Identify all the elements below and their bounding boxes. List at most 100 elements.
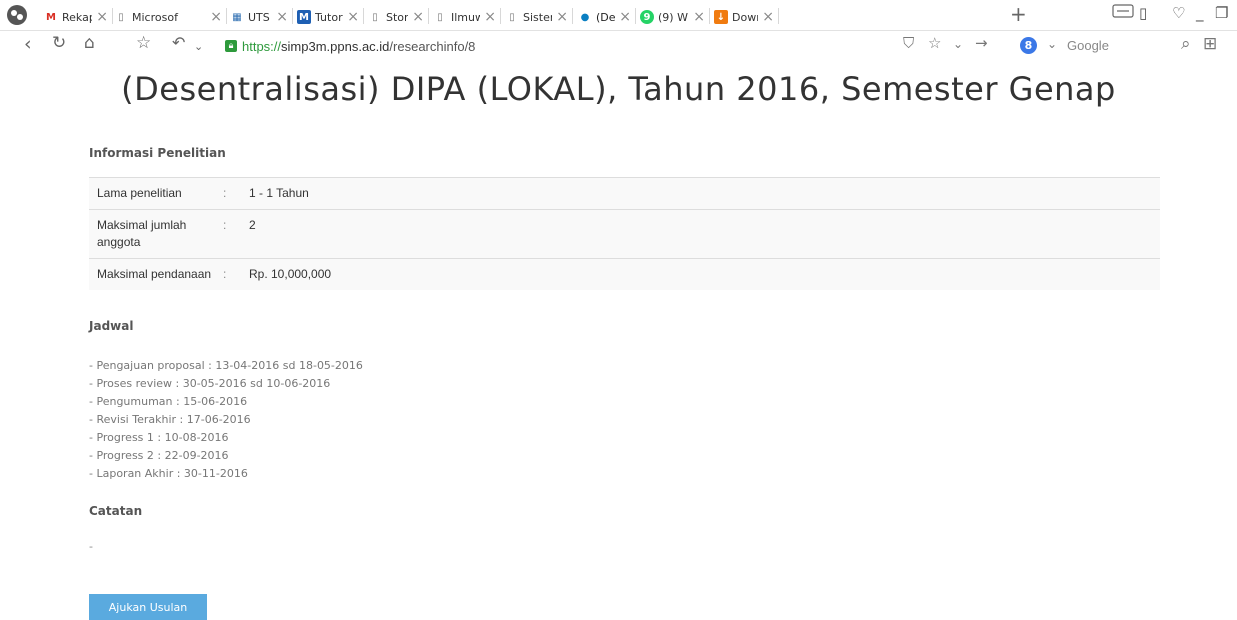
tab-separator (428, 8, 429, 24)
schedule-item: - Progress 2 : 22-09-2016 (89, 449, 229, 462)
browser-tab[interactable]: M Rekap DI × (44, 4, 114, 30)
tab-separator (226, 8, 227, 24)
tab-title: Ilmuweb (451, 10, 481, 24)
gmail-icon: M (46, 11, 56, 23)
navigation-bar: ‹ ↻ ⌂ ☆ ↶ ⌄ 🔒︎ https://simp3m.ppns.ac.id… (0, 31, 1237, 61)
site-icon: ▦ (232, 11, 242, 23)
schedule-item: - Pengajuan proposal : 13-04-2016 sd 18-… (89, 359, 363, 372)
tab-title: (Desentr (596, 10, 616, 24)
schedule-item: - Pengumuman : 15-06-2016 (89, 395, 248, 408)
address-bar[interactable]: 🔒︎ https://simp3m.ppns.ac.id/researchinf… (225, 36, 475, 56)
tab-separator (778, 8, 779, 24)
browser-tab[interactable]: ▯ Sistem In × (505, 4, 574, 30)
info-row: Maksimal pendanaan: Rp. 10,000,000 (89, 258, 1160, 290)
skin-icon[interactable]: ♡ (1172, 4, 1185, 22)
info-heading: Informasi Penelitian (89, 146, 226, 160)
schedule-item: - Laporan Akhir : 30-11-2016 (89, 467, 248, 480)
tab-separator (572, 8, 573, 24)
info-row: Maksimal jumlah anggota:2 (89, 209, 1160, 259)
info-label: Maksimal jumlah anggota (89, 209, 217, 259)
url-path: /researchinfo/8 (389, 38, 476, 54)
browser-tab[interactable]: ↓ Downloa × (714, 4, 780, 30)
tab-bar: M Rekap DI × ▯ Microsof × ▦ UTS Prok × M Tutorial ×… (0, 0, 1237, 31)
info-value: 1 - 1 Tahun (241, 177, 1160, 210)
undo-dropdown-icon[interactable]: ⌄ (194, 40, 203, 53)
tab-separator (363, 8, 364, 24)
undo-icon[interactable]: ↶ (172, 33, 185, 52)
sidebar-toggle-icon[interactable]: ▯ (1139, 4, 1147, 22)
tab-separator (112, 8, 113, 24)
search-engine-label[interactable]: Google (1067, 38, 1109, 53)
schedule-heading: Jadwal (89, 319, 134, 333)
new-tab-icon[interactable]: + (1010, 2, 1027, 26)
close-tab-icon[interactable]: × (276, 9, 288, 25)
close-tab-icon[interactable]: × (484, 9, 496, 25)
schedule-item: - Revisi Terakhir : 17-06-2016 (89, 413, 251, 426)
tab-separator (292, 8, 293, 24)
address-url[interactable]: https://simp3m.ppns.ac.id/researchinfo/8 (242, 39, 475, 54)
close-tab-icon[interactable]: × (412, 9, 424, 25)
page-icon: ▯ (509, 11, 515, 23)
page-icon: ▯ (118, 11, 124, 23)
tab-title: Sistem In (523, 10, 552, 24)
tab-separator (635, 8, 636, 24)
browser-tab[interactable]: ▯ Ilmuweb× (433, 4, 502, 30)
search-icon[interactable]: ⌕ (1181, 34, 1191, 54)
browser-tab[interactable]: 9 (9) What × (640, 4, 711, 30)
tab-title: Rekap DI (62, 10, 92, 24)
close-tab-icon[interactable]: × (619, 9, 631, 25)
close-tab-icon[interactable]: × (556, 9, 568, 25)
schedule-item: - Proses review : 30-05-2016 sd 10-06-20… (89, 377, 331, 390)
submit-proposal-button[interactable]: Ajukan Usulan (89, 594, 207, 620)
browser-tab[interactable]: ▦ UTS Prok × (230, 4, 294, 30)
drupal-icon: ● (580, 11, 590, 23)
browser-logo-icon[interactable] (4, 3, 30, 27)
restore-icon[interactable]: ❐ (1215, 4, 1228, 22)
extensions-grid-icon[interactable]: ⊞ (1203, 34, 1217, 54)
tab-title: Store Ilm (386, 10, 409, 24)
close-tab-icon[interactable]: × (210, 9, 222, 25)
url-host: simp3m.ppns.ac.id (281, 38, 390, 54)
info-table: Lama penelitian:1 - 1 Tahun Maksimal juml… (89, 177, 1160, 290)
close-tab-icon[interactable]: × (96, 9, 108, 25)
browser-tab[interactable]: ▯ Microsof × (114, 4, 228, 30)
browser-tab[interactable]: ▯ Store Ilm× (368, 4, 430, 30)
schedule-list: - Pengajuan proposal : 13-04-2016 sd 18-… (89, 357, 363, 483)
info-separator: : (217, 177, 241, 210)
tab-separator (500, 8, 501, 24)
reading-mode-icon[interactable] (1112, 3, 1134, 19)
schedule-item: - Progress 1 : 10-08-2016 (89, 431, 229, 444)
minimize-icon[interactable]: _ (1196, 4, 1204, 22)
favorite-star-icon[interactable]: ☆ (928, 34, 941, 52)
info-row: Lama penelitian:1 - 1 Tahun (89, 177, 1160, 210)
close-tab-icon[interactable]: × (762, 9, 774, 25)
download-icon: ↓ (714, 10, 728, 24)
back-icon[interactable]: ‹ (24, 33, 32, 55)
info-separator: : (217, 209, 241, 259)
close-tab-icon[interactable]: × (347, 9, 359, 25)
info-separator: : (217, 258, 241, 290)
page-icon: ▯ (437, 11, 443, 23)
secure-lock-icon: 🔒︎ (225, 40, 237, 52)
notes-value: - (89, 540, 93, 553)
info-label: Lama penelitian (89, 177, 217, 210)
tab-title: Microsof (132, 10, 178, 24)
info-value: Rp. 10,000,000 (241, 258, 1160, 290)
shield-icon[interactable]: ⛉ (903, 34, 914, 52)
go-arrow-icon[interactable]: → (975, 34, 988, 52)
reload-icon[interactable]: ↻ (52, 33, 66, 53)
tab-title: UTS Prok (248, 10, 272, 24)
close-tab-icon[interactable]: × (693, 9, 705, 25)
page-icon: ▯ (372, 11, 378, 23)
bookmark-star-icon[interactable]: ☆ (136, 33, 151, 53)
browser-tab[interactable]: ● (Desentr× (578, 4, 637, 30)
search-engine-dropdown-icon[interactable]: ⌄ (1047, 37, 1057, 51)
notes-heading: Catatan (89, 504, 143, 518)
home-icon[interactable]: ⌂ (84, 33, 95, 53)
search-engine-icon[interactable]: 8 (1020, 37, 1037, 54)
dropdown-icon[interactable]: ⌄ (953, 37, 963, 51)
tab-title: Tutorial (315, 10, 343, 24)
page-title: (Desentralisasi) DIPA (LOKAL), Tahun 201… (121, 70, 1116, 108)
browser-tab[interactable]: M Tutorial × (297, 4, 365, 30)
whatsapp-icon: 9 (640, 10, 654, 24)
